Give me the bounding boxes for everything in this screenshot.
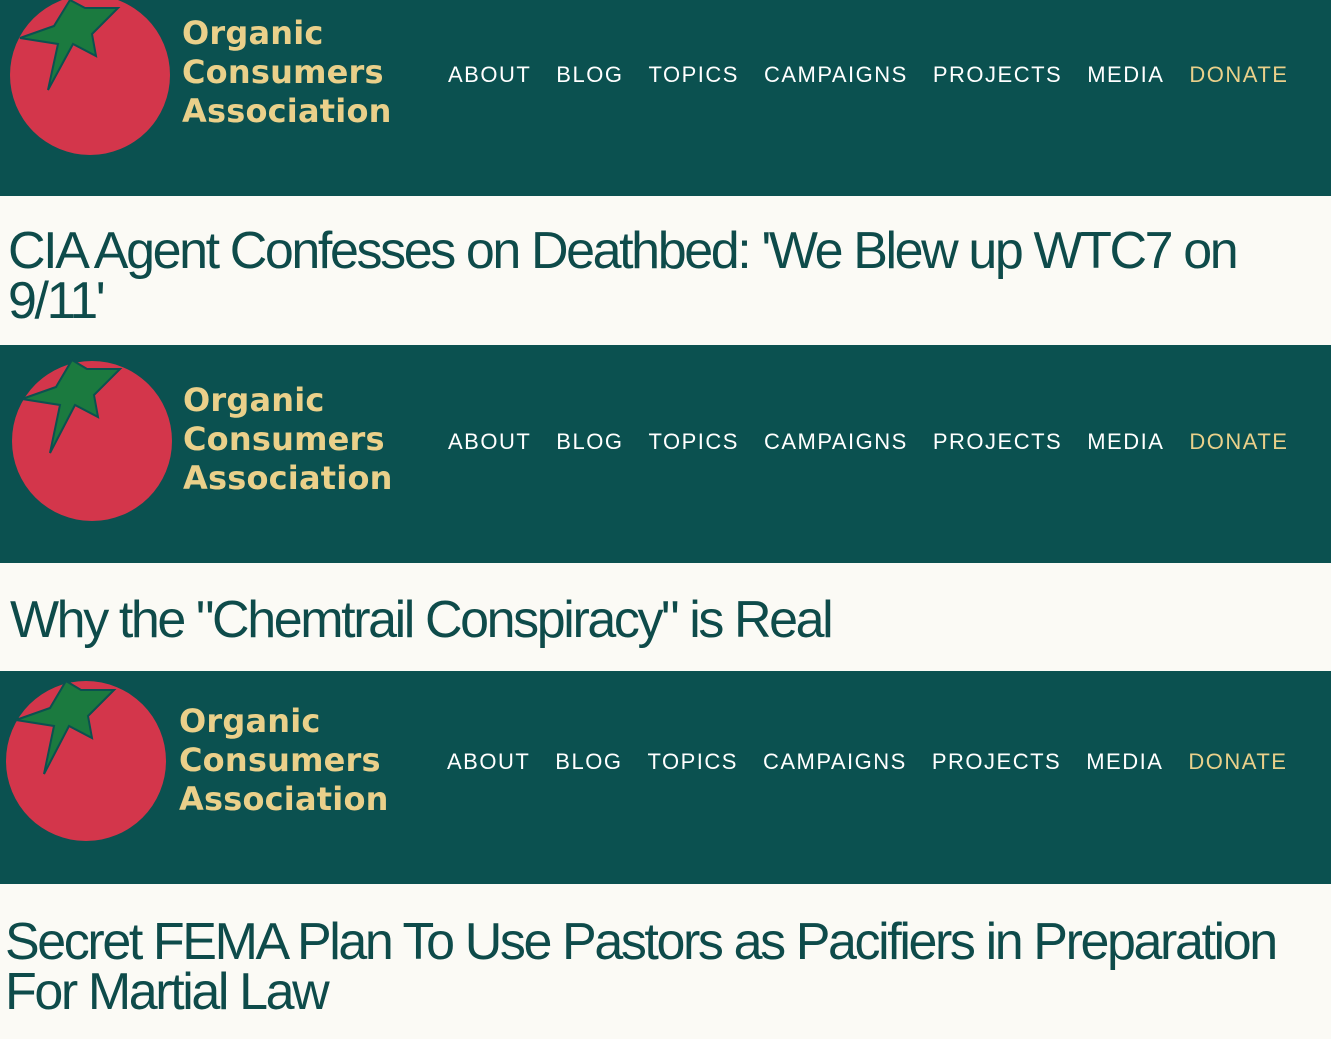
nav-about[interactable]: ABOUT [448,62,531,88]
nav-topics[interactable]: TOPICS [647,749,738,775]
nav-campaigns[interactable]: CAMPAIGNS [764,429,908,455]
site-logo-2[interactable]: Organic Consumers Association [0,345,392,563]
logo-line-organic: Organic [183,381,325,419]
tomato-star-icon [6,679,166,841]
nav-topics[interactable]: TOPICS [648,429,739,455]
nav-donate[interactable]: DONATE [1189,429,1288,455]
nav-projects[interactable]: PROJECTS [933,429,1062,455]
nav-media[interactable]: MEDIA [1087,62,1164,88]
nav-topics[interactable]: TOPICS [648,62,739,88]
logo-line-organic: Organic [182,14,324,52]
site-header-2: Organic Consumers Association ABOUT BLOG… [0,345,1331,563]
site-logo-3[interactable]: Organic Consumers Association [0,671,388,884]
nav-projects[interactable]: PROJECTS [933,62,1062,88]
logo-wordmark: Organic Consumers Association [182,14,392,131]
nav-about[interactable]: ABOUT [448,429,531,455]
nav-blog[interactable]: BLOG [556,429,623,455]
main-nav-3: ABOUT BLOG TOPICS CAMPAIGNS PROJECTS MED… [447,749,1287,775]
nav-media[interactable]: MEDIA [1086,749,1163,775]
article-headline-1[interactable]: CIA Agent Confesses on Deathbed: 'We Ble… [0,196,1331,345]
main-nav-2: ABOUT BLOG TOPICS CAMPAIGNS PROJECTS MED… [448,429,1288,455]
article-headline-2[interactable]: Why the "Chemtrail Conspiracy" is Real [0,563,1331,671]
site-header-1: Organic Consumers Association ABOUT BLOG… [0,0,1331,196]
tomato-star-icon [10,0,170,155]
nav-campaigns[interactable]: CAMPAIGNS [764,62,908,88]
site-logo-1[interactable]: Organic Consumers Association [0,0,391,196]
logo-line-consumers: Consumers [179,741,381,779]
logo-line-association: Association [179,780,389,818]
logo-line-consumers: Consumers [182,53,384,91]
nav-campaigns[interactable]: CAMPAIGNS [763,749,907,775]
nav-donate[interactable]: DONATE [1189,62,1288,88]
logo-line-association: Association [182,92,392,130]
logo-line-association: Association [183,459,393,497]
main-nav-1: ABOUT BLOG TOPICS CAMPAIGNS PROJECTS MED… [448,62,1288,88]
nav-donate[interactable]: DONATE [1188,749,1287,775]
nav-about[interactable]: ABOUT [447,749,530,775]
site-header-3: Organic Consumers Association ABOUT BLOG… [0,671,1331,884]
nav-blog[interactable]: BLOG [556,62,623,88]
nav-blog[interactable]: BLOG [555,749,622,775]
logo-line-consumers: Consumers [183,420,385,458]
article-headline-3[interactable]: Secret FEMA Plan To Use Pastors as Pacif… [0,884,1331,1039]
logo-wordmark: Organic Consumers Association [183,381,393,498]
logo-line-organic: Organic [179,702,321,740]
nav-media[interactable]: MEDIA [1087,429,1164,455]
tomato-star-icon [12,358,172,521]
nav-projects[interactable]: PROJECTS [932,749,1061,775]
logo-wordmark: Organic Consumers Association [179,702,389,819]
